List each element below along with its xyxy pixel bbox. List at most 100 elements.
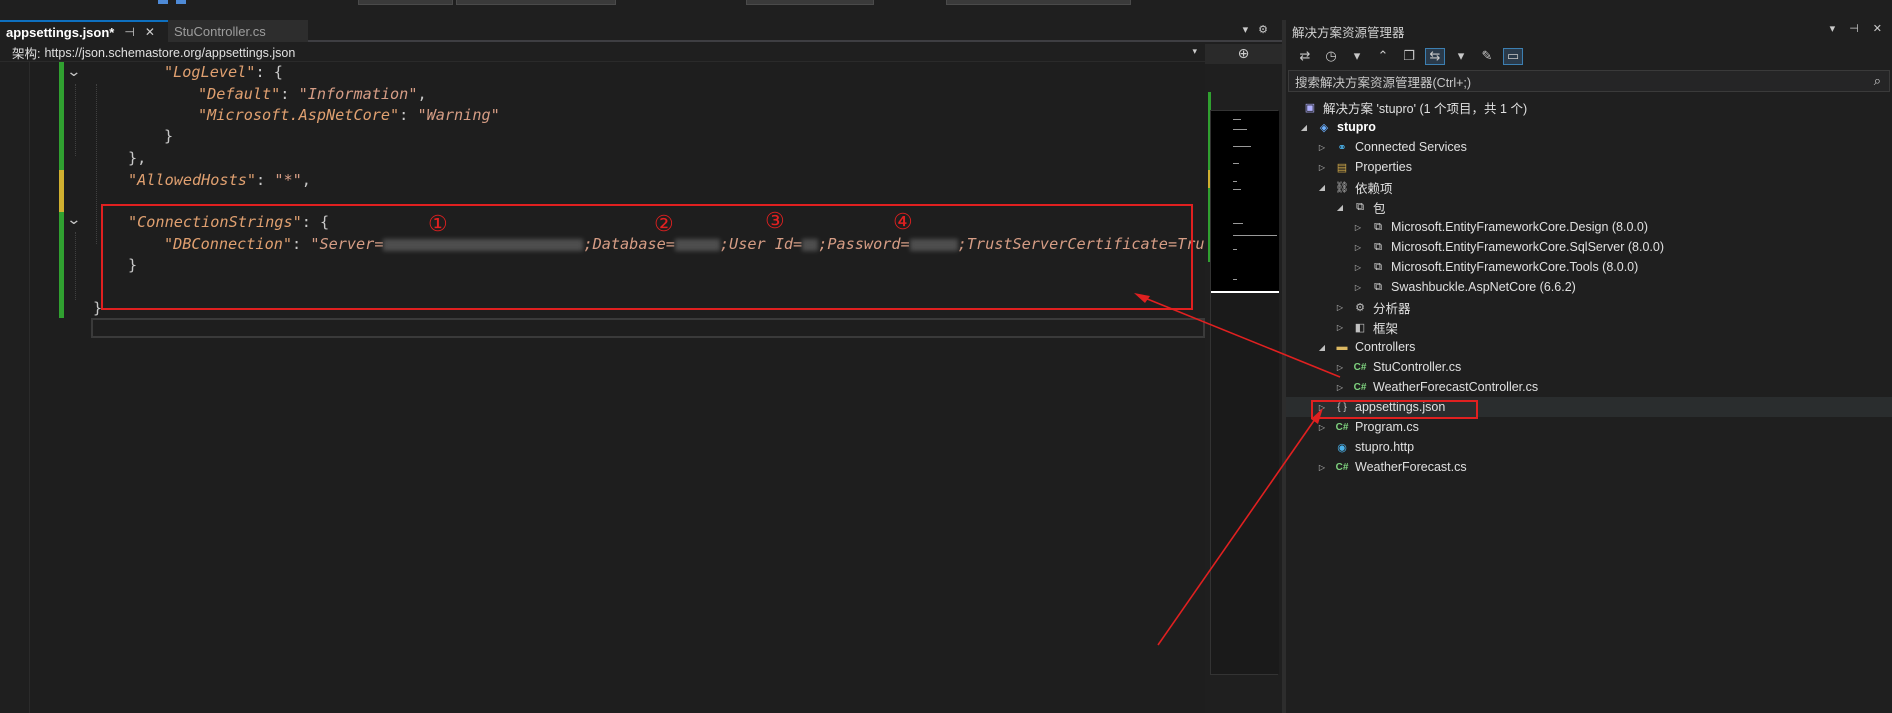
collapsed-arrow-icon[interactable]: ▷: [1334, 383, 1346, 392]
tree-item-analyzers[interactable]: ▷ ⚙ 分析器: [1286, 297, 1892, 317]
tree-item-packages[interactable]: ◢ ⧉ 包: [1286, 197, 1892, 217]
search-placeholder: 搜索解决方案资源管理器(Ctrl+;): [1295, 75, 1472, 90]
tree-item-label: 包: [1373, 201, 1386, 216]
tree-item-file[interactable]: ▷ C# WeatherForecast.cs: [1286, 457, 1892, 477]
tab-label: appsettings.json*: [6, 24, 115, 40]
collapsed-arrow-icon[interactable]: ▷: [1316, 163, 1328, 172]
tree-item-package[interactable]: ▷ ⧉ Microsoft.EntityFrameworkCore.Design…: [1286, 217, 1892, 237]
collapsed-arrow-icon[interactable]: ▷: [1316, 463, 1328, 472]
code-line: "Default": "Information",: [198, 85, 427, 103]
tab-list-dropdown-icon[interactable]: ▾: [1243, 23, 1249, 36]
chevron-down-icon[interactable]: ▾: [1348, 49, 1366, 64]
package-icon: ⧉: [1374, 220, 1382, 233]
toolbar-dropdown[interactable]: [946, 0, 1131, 5]
tree-item-label: Program.cs: [1355, 420, 1419, 434]
solution-icon: ▣: [1304, 101, 1316, 114]
chevron-down-icon[interactable]: ▾: [1192, 46, 1197, 57]
tree-item-package[interactable]: ▷ ⧉ Microsoft.EntityFrameworkCore.Tools …: [1286, 257, 1892, 277]
wrench-icon[interactable]: ✎: [1478, 49, 1496, 64]
tree-item-label: stupro: [1337, 120, 1376, 134]
tree-item-file[interactable]: ▷ C# Program.cs: [1286, 417, 1892, 437]
tree-item-label: Microsoft.EntityFrameworkCore.Design (8.…: [1391, 220, 1649, 234]
current-line-highlight: [91, 318, 1205, 338]
package-icon: ⧉: [1356, 200, 1364, 213]
toolbar-dropdown[interactable]: [358, 0, 453, 5]
collapsed-arrow-icon[interactable]: ▷: [1334, 323, 1346, 332]
tree-item-label: Microsoft.EntityFrameworkCore.Tools (8.0…: [1391, 260, 1639, 274]
tree-item-dependencies[interactable]: ◢ ⛓ 依赖项: [1286, 177, 1892, 197]
annotation-highlight-box: [1311, 400, 1478, 419]
tree-item-controllers-folder[interactable]: ◢ ▬ Controllers: [1286, 337, 1892, 357]
collapsed-arrow-icon[interactable]: ▷: [1352, 263, 1364, 272]
minimap-viewport[interactable]: [1211, 111, 1279, 291]
schema-bar[interactable]: 架构: https://json.schemastore.org/appsett…: [0, 44, 1205, 62]
tree-item-package[interactable]: ▷ ⧉ Microsoft.EntityFrameworkCore.SqlSer…: [1286, 237, 1892, 257]
solution-explorer-toolbar: ⇄ ◷ ▾ ⌃ ❐ ⇆ ▾ ✎ ▭: [1286, 44, 1892, 68]
tab-appsettings-json[interactable]: appsettings.json* ⊣ ✕: [0, 20, 168, 42]
search-icon[interactable]: ⌕: [1874, 73, 1881, 89]
tree-item-label: stupro.http: [1355, 440, 1415, 454]
switch-views-icon[interactable]: ⇄: [1296, 49, 1314, 64]
tree-item-file[interactable]: ▷ C# StuController.cs: [1286, 357, 1892, 377]
toolbar-dropdown[interactable]: [456, 0, 616, 5]
expanded-arrow-icon[interactable]: ◢: [1334, 203, 1346, 212]
expanded-arrow-icon[interactable]: ◢: [1316, 183, 1328, 192]
tree-item-label: WeatherForecast.cs: [1355, 460, 1467, 474]
fold-icon[interactable]: ⌄: [66, 212, 81, 228]
toolbar-icon[interactable]: [176, 0, 186, 4]
chevron-down-icon[interactable]: ▾: [1830, 22, 1836, 35]
minimap[interactable]: [1210, 110, 1279, 675]
tree-item-label: WeatherForecastController.cs: [1373, 380, 1539, 394]
toolbar-icon[interactable]: [158, 0, 168, 4]
tree-item-project[interactable]: ◢ ◈ stupro: [1286, 117, 1892, 137]
schema-url: https://json.schemastore.org/appsettings…: [44, 45, 296, 60]
tab-stucontroller-cs[interactable]: StuController.cs: [168, 20, 308, 42]
tree-item-properties[interactable]: ▷ ▤ Properties: [1286, 157, 1892, 177]
tree-item-file[interactable]: ▷ C# WeatherForecastController.cs: [1286, 377, 1892, 397]
code-editor[interactable]: [30, 62, 1205, 713]
package-icon: ⧉: [1374, 240, 1382, 253]
close-icon[interactable]: ✕: [145, 25, 155, 39]
collapse-all-icon[interactable]: ⌃: [1374, 49, 1392, 64]
indent-guide: [96, 84, 97, 244]
solution-explorer: 解决方案资源管理器 ▾ ⊣ ✕ ⇄ ◷ ▾ ⌃ ❐ ⇆ ▾ ✎ ▭ 搜索解决方案…: [1286, 20, 1892, 713]
tree-item-connected-services[interactable]: ▷ ⚭ Connected Services: [1286, 137, 1892, 157]
collapsed-arrow-icon[interactable]: ▷: [1352, 243, 1364, 252]
collapsed-arrow-icon[interactable]: ▷: [1334, 303, 1346, 312]
tree-item-frameworks[interactable]: ▷ ◧ 框架: [1286, 317, 1892, 337]
package-icon: ⧉: [1374, 260, 1382, 273]
fold-icon[interactable]: ⌄: [66, 64, 81, 80]
tree-item-solution[interactable]: ▣ 解决方案 'stupro' (1 个项目，共 1 个): [1286, 97, 1892, 117]
show-all-files-icon[interactable]: ❐: [1400, 49, 1418, 64]
collapsed-arrow-icon[interactable]: ▷: [1352, 223, 1364, 232]
csharp-file-icon: C#: [1353, 361, 1367, 373]
annotation-number: ④: [893, 210, 913, 235]
preview-icon[interactable]: ▭: [1503, 47, 1523, 65]
dependencies-icon: ⛓: [1335, 181, 1349, 194]
top-toolbar-strip: [0, 0, 1892, 20]
code-line: }: [164, 127, 174, 145]
chevron-down-icon[interactable]: ▾: [1452, 49, 1470, 64]
tree-item-label: 框架: [1373, 321, 1399, 336]
pin-icon[interactable]: ⊣: [124, 25, 134, 39]
toolbar-dropdown[interactable]: [746, 0, 874, 5]
collapsed-arrow-icon[interactable]: ▷: [1334, 363, 1346, 372]
close-icon[interactable]: ✕: [1873, 22, 1882, 35]
expanded-arrow-icon[interactable]: ◢: [1316, 343, 1328, 352]
sync-icon[interactable]: ⇆: [1425, 47, 1445, 65]
expanded-arrow-icon[interactable]: ◢: [1298, 123, 1310, 132]
csharp-file-icon: C#: [1335, 421, 1349, 433]
search-input[interactable]: 搜索解决方案资源管理器(Ctrl+;) ⌕: [1288, 70, 1890, 92]
analyzer-icon: ⚙: [1355, 301, 1365, 314]
tree-item-label: Properties: [1355, 160, 1412, 174]
tree-item-package[interactable]: ▷ ⧉ Swashbuckle.AspNetCore (6.6.2): [1286, 277, 1892, 297]
collapsed-arrow-icon[interactable]: ▷: [1352, 283, 1364, 292]
panel-title-actions: ▾ ⊣ ✕: [1830, 22, 1882, 35]
history-icon[interactable]: ◷: [1322, 49, 1340, 64]
collapsed-arrow-icon[interactable]: ▷: [1316, 143, 1328, 152]
tree-item-file[interactable]: ◉ stupro.http: [1286, 437, 1892, 457]
gear-icon[interactable]: ⚙: [1258, 23, 1268, 36]
collapsed-arrow-icon[interactable]: ▷: [1316, 423, 1328, 432]
split-editor-icon[interactable]: ⊕: [1205, 44, 1282, 64]
pin-icon[interactable]: ⊣: [1849, 22, 1859, 35]
